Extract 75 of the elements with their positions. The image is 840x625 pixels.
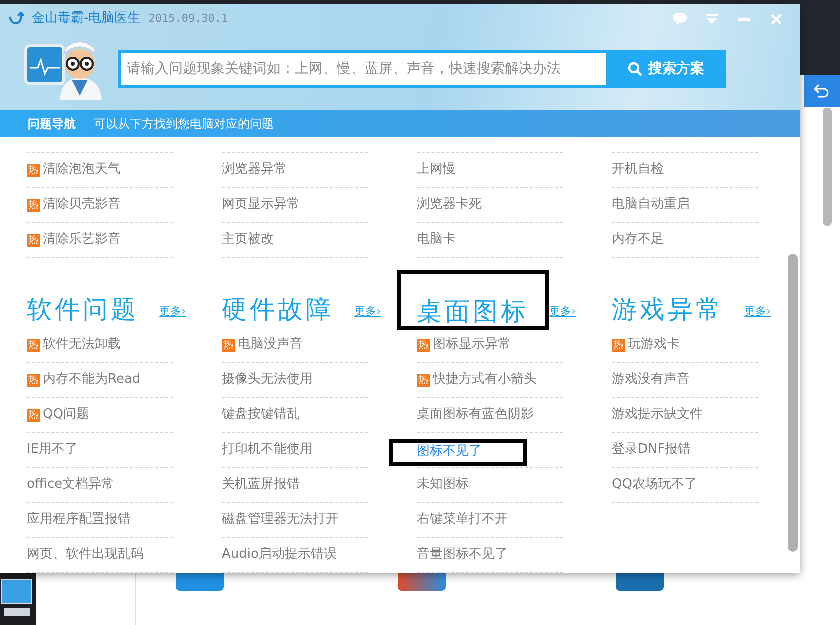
hot-badge: 热 — [27, 234, 40, 246]
hot-badge: 热 — [417, 338, 430, 352]
problem-link[interactable]: 游戏提示缺文件 — [612, 405, 703, 425]
hot-badge: 热 — [27, 164, 40, 176]
problem-link[interactable]: 清除泡泡天气 — [43, 160, 121, 180]
hot-badge: 热 — [417, 374, 430, 386]
section-heading: 软件问题 — [27, 297, 139, 322]
problem-link[interactable]: 未知图标 — [417, 475, 469, 495]
hot-badge: 热 — [27, 408, 40, 422]
search-button[interactable]: 搜索方案 — [606, 50, 726, 88]
problem-link[interactable]: 登录DNF报错 — [612, 440, 692, 460]
problem-link[interactable]: 内存不足 — [612, 230, 664, 250]
hot-badge: 热 — [27, 374, 40, 386]
speech-bubble-icon — [672, 12, 688, 26]
section-heading: 硬件故障 — [222, 297, 334, 322]
app-icon — [176, 573, 224, 591]
problem-link[interactable]: 清除乐艺影音 — [43, 230, 121, 250]
problem-link[interactable]: 磁盘管理器无法打开 — [222, 510, 339, 530]
minimize-icon — [738, 18, 750, 20]
nav-hint: 可以从下方找到您电脑对应的问题 — [94, 116, 274, 132]
problem-link[interactable]: QQ问题 — [43, 405, 90, 425]
problem-link[interactable]: 主页被改 — [222, 230, 274, 250]
problem-link[interactable]: 网页显示异常 — [222, 195, 300, 215]
problem-link[interactable]: 游戏没有声音 — [612, 370, 690, 390]
problem-link[interactable]: 浏览器异常 — [222, 160, 287, 180]
problem-link[interactable]: 键盘按键错乱 — [222, 405, 300, 425]
version-text: 2015.09.30.1 — [148, 10, 228, 27]
problem-link[interactable]: 图标显示异常 — [433, 335, 511, 355]
dropdown-icon — [706, 14, 718, 24]
problem-link[interactable]: 电脑自动重启 — [612, 195, 690, 215]
problem-link[interactable]: 应用程序配置报错 — [27, 510, 131, 530]
problem-link[interactable]: 关机蓝屏报错 — [222, 475, 300, 495]
problem-link[interactable]: 上网慢 — [417, 160, 456, 180]
close-icon — [770, 14, 782, 24]
section-heading: 游戏异常 — [612, 297, 724, 322]
more-link[interactable]: 更多› — [160, 304, 186, 320]
hot-badge: 热 — [612, 338, 625, 352]
problem-link[interactable]: office文档异常 — [27, 475, 115, 495]
problem-link[interactable]: 内存不能为Read — [43, 370, 141, 390]
problem-link[interactable]: 打印机不能使用 — [222, 440, 313, 460]
more-link[interactable]: 更多› — [744, 304, 771, 320]
problem-link[interactable]: 右键菜单打不开 — [417, 510, 508, 530]
scrollbar-thumb[interactable] — [788, 254, 798, 552]
window-title: 金山毒霸-电脑医生 — [32, 10, 141, 28]
hot-badge: 热 — [27, 198, 40, 212]
problem-link[interactable]: 音量图标不见了 — [417, 545, 508, 565]
problem-link[interactable]: Audio启动提示错误 — [222, 545, 337, 565]
problem-link[interactable]: 玩游戏卡 — [628, 335, 680, 355]
problem-link[interactable]: 桌面图标有蓝色阴影 — [417, 405, 534, 425]
problem-link[interactable]: 浏览器卡死 — [417, 195, 482, 215]
more-link[interactable]: 更多› — [550, 304, 576, 320]
nav-title: 问题导航 — [28, 116, 76, 132]
hot-badge: 热 — [222, 338, 235, 352]
more-link[interactable]: 更多› — [354, 304, 381, 320]
problem-link[interactable]: 软件无法卸载 — [43, 335, 121, 355]
app-icon — [398, 573, 446, 591]
problem-link[interactable]: 图标不见了 — [417, 442, 482, 462]
back-button[interactable] — [804, 75, 840, 107]
scrollbar-thumb[interactable] — [823, 108, 832, 226]
hot-badge: 热 — [27, 338, 40, 352]
app-icon — [616, 573, 664, 591]
search-icon — [628, 62, 642, 76]
section-heading: 桌面图标 — [417, 299, 529, 324]
problem-link[interactable]: IE用不了 — [27, 440, 78, 460]
problem-link[interactable]: 快捷方式有小箭头 — [433, 370, 537, 390]
problem-link[interactable]: 网页、软件出现乱码 — [27, 545, 144, 565]
problem-link[interactable]: 摄像头无法使用 — [222, 370, 313, 390]
problem-link[interactable]: 电脑没声音 — [238, 335, 303, 355]
undo-arrow-icon — [814, 84, 830, 98]
problem-link[interactable]: QQ农场玩不了 — [612, 475, 698, 495]
search-field[interactable]: 请输入问题现象关键词如：上网、慢、蓝屏、声音，快速搜索解决办法 — [118, 50, 606, 88]
problem-link[interactable]: 电脑卡 — [417, 230, 456, 250]
logo-icon — [8, 11, 26, 27]
problem-link[interactable]: 开机自检 — [612, 160, 664, 180]
problem-link[interactable]: 清除贝壳影音 — [43, 195, 121, 215]
